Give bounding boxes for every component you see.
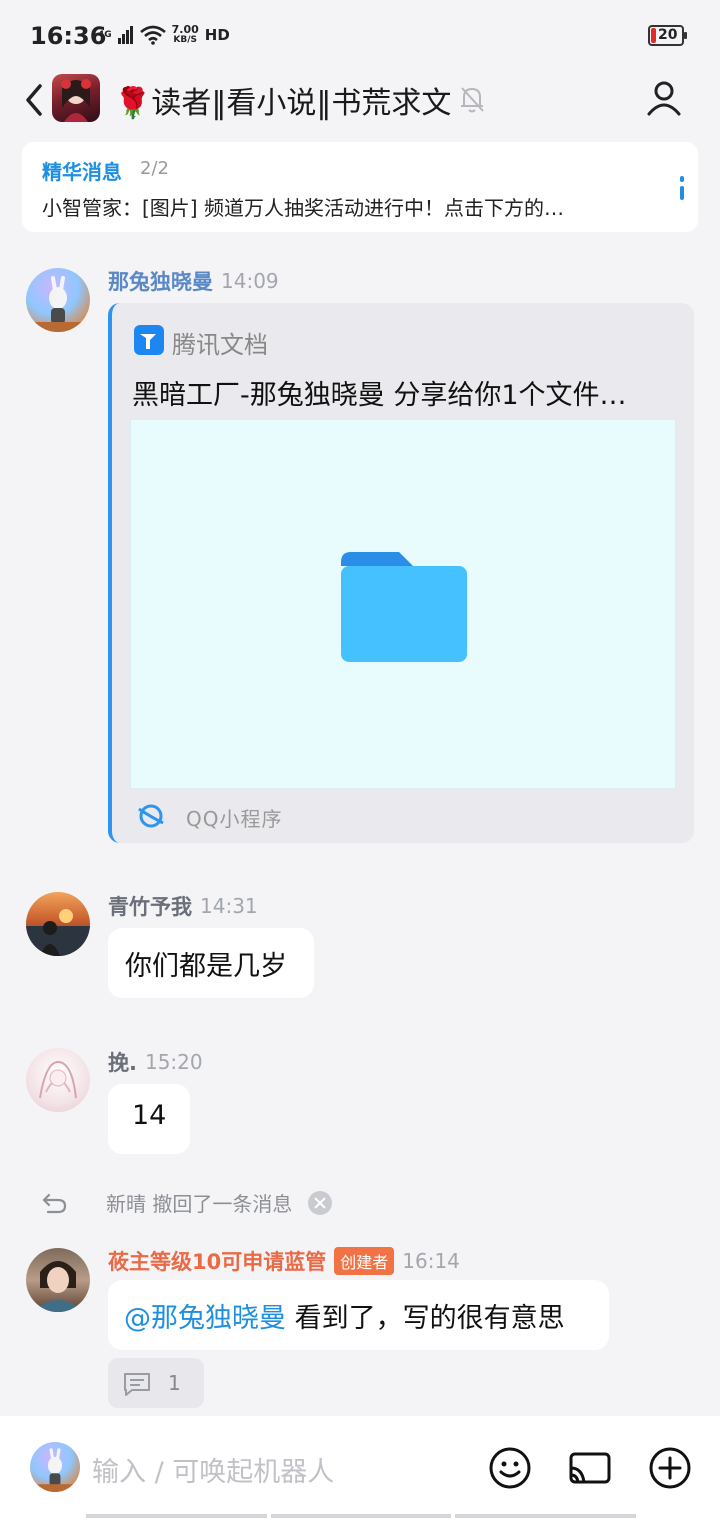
message-time: 14:09 bbox=[221, 269, 279, 293]
status-time: 16:36 bbox=[30, 22, 107, 50]
undo-icon bbox=[42, 1193, 67, 1213]
battery-icon: 20 bbox=[648, 25, 687, 46]
battery-level: 20 bbox=[658, 27, 678, 43]
avatar[interactable] bbox=[26, 892, 90, 956]
message-bubble[interactable]: 你们都是几岁 bbox=[108, 928, 314, 998]
message-text: 看到了，写的很有意思 bbox=[286, 1303, 565, 1334]
sender-name[interactable]: 挽. bbox=[108, 1047, 137, 1077]
chat-header: 🌹读者‖看小说‖书荒求文 bbox=[0, 72, 720, 126]
network-speed: 7.00 KB/S bbox=[171, 23, 199, 45]
pinned-text: 小智管家：[图片] 频道万人抽奖活动进行中！点击下方的… bbox=[42, 196, 564, 220]
network-type: 4G bbox=[98, 30, 112, 40]
emoji-icon[interactable] bbox=[488, 1446, 532, 1490]
sender-name[interactable]: 那兔独晓曼 bbox=[108, 266, 213, 296]
self-avatar[interactable] bbox=[30, 1442, 80, 1492]
reply-count-button[interactable]: 1 bbox=[108, 1358, 204, 1408]
shared-doc-card[interactable]: 腾讯文档 黑暗工厂-那兔独晓曼 分享给你1个文件… QQ小程序 bbox=[108, 303, 694, 843]
page-title: 🌹读者‖看小说‖书荒求文 bbox=[114, 86, 452, 121]
message-input[interactable]: 输入 / 可唤起机器人 bbox=[92, 1450, 334, 1489]
card-preview bbox=[130, 419, 676, 789]
reply-count: 1 bbox=[168, 1371, 181, 1395]
creator-badge: 创建者 bbox=[334, 1247, 395, 1275]
message-time: 15:20 bbox=[144, 1050, 203, 1074]
mute-bell-icon bbox=[461, 87, 484, 113]
screen-share-icon[interactable] bbox=[568, 1446, 612, 1490]
card-footer: QQ小程序 bbox=[186, 807, 283, 831]
message-bubble[interactable]: 14 bbox=[108, 1084, 190, 1154]
hd-indicator: HD bbox=[204, 26, 230, 44]
wifi-icon bbox=[139, 25, 166, 45]
tencent-docs-icon bbox=[134, 325, 164, 355]
status-icons: 4G 7.00 KB/S HD bbox=[98, 24, 230, 46]
close-icon[interactable] bbox=[308, 1190, 333, 1215]
pinned-label: 精华消息 bbox=[42, 160, 122, 184]
pinned-message-card[interactable]: 精华消息 2/2 小智管家：[图片] 频道万人抽奖活动进行中！点击下方的… bbox=[22, 142, 698, 232]
signal-icon bbox=[117, 26, 133, 44]
avatar[interactable] bbox=[26, 268, 90, 332]
pinned-indicator bbox=[680, 176, 684, 202]
recall-notice: 新晴 撤回了一条消息 bbox=[40, 1188, 333, 1217]
back-icon[interactable] bbox=[20, 80, 50, 120]
message-header: 那兔独晓曼 14:09 bbox=[108, 266, 279, 296]
message-time: 14:31 bbox=[200, 894, 258, 918]
message-bubble[interactable]: @那兔独晓曼 看到了，写的很有意思 bbox=[108, 1280, 609, 1350]
add-icon[interactable] bbox=[648, 1446, 692, 1490]
sender-name[interactable]: 莜主等级10可申请蓝管 bbox=[108, 1246, 326, 1276]
avatar[interactable] bbox=[26, 1048, 90, 1112]
message-header: 青竹予我 14:31 bbox=[108, 891, 258, 921]
recall-text: 新晴 撤回了一条消息 bbox=[106, 1192, 293, 1216]
comment-icon bbox=[124, 1373, 150, 1396]
folder-icon bbox=[341, 552, 467, 662]
profile-icon[interactable] bbox=[644, 78, 684, 118]
message-header: 挽. 15:20 bbox=[108, 1047, 203, 1077]
mention-link[interactable]: @那兔独晓曼 bbox=[124, 1303, 286, 1334]
card-app-name: 腾讯文档 bbox=[172, 331, 268, 359]
message-time: 16:14 bbox=[402, 1249, 460, 1273]
qq-miniprogram-icon bbox=[138, 804, 164, 828]
group-avatar[interactable] bbox=[52, 74, 100, 122]
bottom-divider bbox=[86, 1514, 637, 1518]
status-bar: 16:36 4G 7.00 KB/S HD 20 bbox=[0, 0, 720, 72]
avatar[interactable] bbox=[26, 1248, 90, 1312]
sender-name[interactable]: 青竹予我 bbox=[108, 891, 192, 921]
message-header: 莜主等级10可申请蓝管 创建者 16:14 bbox=[108, 1246, 460, 1276]
input-bar: 输入 / 可唤起机器人 bbox=[0, 1416, 720, 1520]
card-title: 黑暗工厂-那兔独晓曼 分享给你1个文件… bbox=[132, 380, 627, 411]
pinned-count: 2/2 bbox=[140, 158, 169, 179]
